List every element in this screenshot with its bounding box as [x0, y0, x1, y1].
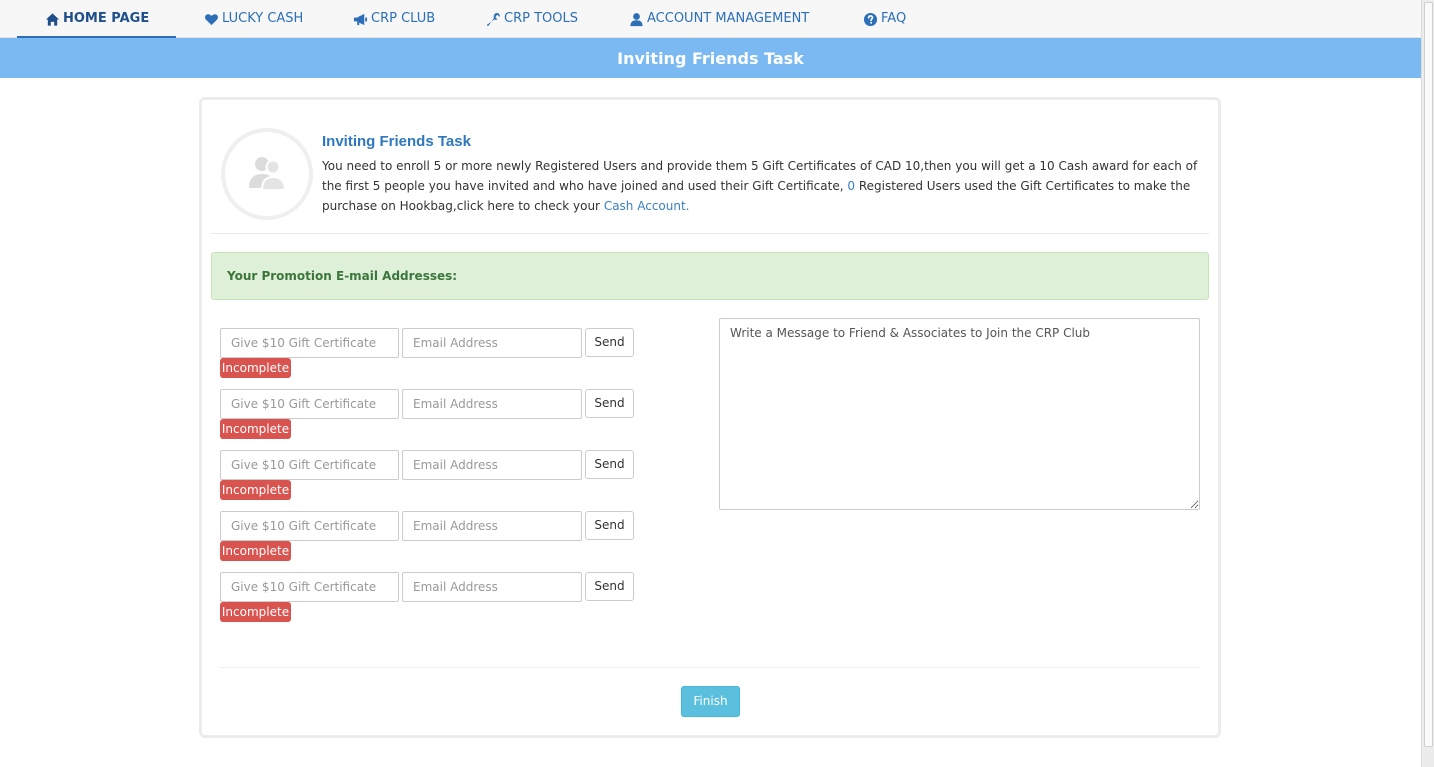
intro-text: You need to enroll 5 or more newly Regis… — [322, 156, 1207, 216]
invite-row: Send Incomplete — [220, 572, 640, 624]
invite-row: Send Incomplete — [220, 511, 640, 563]
email-address-input[interactable] — [402, 389, 582, 419]
nav-item-label: CRP CLUB — [371, 11, 436, 26]
email-address-input[interactable] — [402, 572, 582, 602]
page-title-bar: Inviting Friends Task — [0, 38, 1421, 78]
user-icon — [628, 11, 644, 27]
nav-item-home-page[interactable]: HOME PAGE — [16, 0, 177, 38]
wrench-icon — [485, 11, 501, 27]
page-title: Inviting Friends Task — [617, 49, 804, 68]
nav-item-label: LUCKY CASH — [222, 11, 304, 26]
users-icon — [245, 152, 289, 196]
page-scrollbar[interactable] — [1421, 0, 1434, 767]
gift-certificate-input[interactable] — [220, 389, 399, 419]
status-badge: Incomplete — [220, 541, 291, 561]
bullhorn-icon — [352, 11, 368, 27]
promotion-heading: Your Promotion E-mail Addresses: — [227, 269, 458, 283]
invite-row: Send Incomplete — [220, 389, 640, 441]
gift-certificate-input[interactable] — [220, 511, 399, 541]
send-button[interactable]: Send — [585, 572, 634, 601]
question-circle-icon — [862, 11, 878, 27]
send-button[interactable]: Send — [585, 389, 634, 418]
top-navigation: HOME PAGE LUCKY CASH CRP CLUB CRP TOOLS … — [0, 0, 1421, 38]
gift-certificate-input[interactable] — [220, 572, 399, 602]
heart-icon — [203, 11, 219, 27]
divider — [211, 233, 1209, 234]
status-badge: Incomplete — [220, 419, 291, 439]
nav-item-crp-tools[interactable]: CRP TOOLS — [485, 0, 578, 38]
send-button[interactable]: Send — [585, 328, 634, 357]
avatar — [221, 128, 313, 220]
promotion-alert: Your Promotion E-mail Addresses: — [211, 252, 1209, 300]
gift-certificate-input[interactable] — [220, 328, 399, 358]
invite-row: Send Incomplete — [220, 328, 640, 380]
send-button[interactable]: Send — [585, 450, 634, 479]
scrollbar-thumb[interactable] — [1424, 2, 1433, 747]
nav-item-label: HOME PAGE — [63, 11, 150, 26]
gift-certificate-input[interactable] — [220, 450, 399, 480]
nav-item-label: CRP TOOLS — [504, 11, 578, 26]
nav-item-crp-club[interactable]: CRP CLUB — [352, 0, 435, 38]
message-textarea[interactable] — [719, 318, 1200, 510]
registered-count: 0 — [847, 179, 855, 193]
status-badge: Incomplete — [220, 602, 291, 622]
nav-item-account-management[interactable]: ACCOUNT MANAGEMENT — [628, 0, 809, 38]
finish-button[interactable]: Finish — [681, 686, 740, 717]
nav-item-faq[interactable]: FAQ — [862, 0, 906, 38]
email-address-input[interactable] — [402, 328, 582, 358]
email-address-input[interactable] — [402, 450, 582, 480]
cash-account-link[interactable]: Cash Account. — [604, 199, 690, 213]
status-badge: Incomplete — [220, 480, 291, 500]
status-badge: Incomplete — [220, 358, 291, 378]
nav-item-lucky-cash[interactable]: LUCKY CASH — [203, 0, 303, 38]
invite-row: Send Incomplete — [220, 450, 640, 502]
send-button[interactable]: Send — [585, 511, 634, 540]
nav-item-label: FAQ — [881, 11, 907, 26]
divider — [220, 667, 1200, 668]
nav-item-label: ACCOUNT MANAGEMENT — [647, 11, 810, 26]
intro-title: Inviting Friends Task — [322, 133, 471, 150]
email-address-input[interactable] — [402, 511, 582, 541]
home-icon — [44, 11, 60, 27]
task-panel: Inviting Friends Task You need to enroll… — [199, 97, 1221, 738]
